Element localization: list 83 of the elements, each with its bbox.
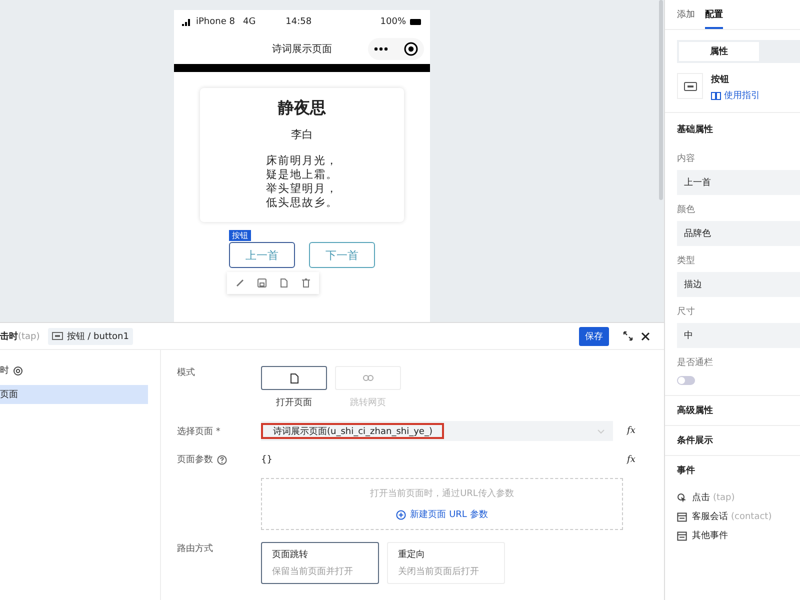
carrier-text: iPhone 8 xyxy=(196,17,235,27)
select-field[interactable]: 品牌色 xyxy=(677,221,800,246)
signal-icon xyxy=(182,18,192,26)
copy-icon[interactable] xyxy=(279,278,289,288)
section-title[interactable]: 条件展示 xyxy=(677,436,713,446)
route-title: 页面跳转 xyxy=(272,548,309,561)
save-button[interactable]: 保存 xyxy=(579,326,609,346)
poem-line: 举头望明月， xyxy=(266,182,338,196)
route-title: 重定向 xyxy=(398,548,426,561)
formula-button[interactable]: fx xyxy=(627,426,636,436)
calendar-icon xyxy=(677,512,687,522)
network-text: 4G xyxy=(242,17,256,27)
mode-option[interactable] xyxy=(261,366,327,390)
add-param-text[interactable]: 新建页面 URL 参数 xyxy=(410,508,488,521)
field-label: 模式 xyxy=(177,366,196,379)
panel-tab[interactable]: 添加 xyxy=(677,8,695,29)
tap-icon xyxy=(677,492,687,502)
params-hint: 打开当前页面时，通过URL传入参数 xyxy=(370,488,514,500)
field-label: 选择页面 * xyxy=(177,426,222,438)
section-title: 事件 xyxy=(677,464,696,477)
close-icon[interactable] xyxy=(641,332,650,340)
selection-tag: 按钮 xyxy=(229,230,251,241)
field-label: 路由方式 xyxy=(177,542,214,555)
component-name: 按钮 xyxy=(711,74,730,86)
help-icon[interactable] xyxy=(217,454,227,464)
guide-link[interactable]: 使用指引 xyxy=(724,89,760,102)
clock-text: 14:58 xyxy=(286,17,312,27)
event-item[interactable]: 客服会话 (contact) xyxy=(677,510,788,523)
trigger-label: 击时(tap) xyxy=(0,330,40,342)
sidebar-item[interactable]: 页面 xyxy=(0,385,148,404)
calendar-icon xyxy=(677,530,687,540)
close-target-icon[interactable] xyxy=(404,42,418,56)
panel-tab[interactable]: 配置 xyxy=(705,8,723,29)
battery-text: 100% xyxy=(380,17,406,27)
expand-icon[interactable] xyxy=(623,331,633,341)
selected-page: 诗词展示页面(u_shi_ci_zhan_shi_ye_) xyxy=(261,423,444,439)
save-icon[interactable] xyxy=(257,278,267,288)
settings-icon[interactable] xyxy=(13,366,23,376)
delete-icon[interactable] xyxy=(301,278,311,288)
field-label: 颜色 xyxy=(677,204,696,216)
link-icon xyxy=(362,375,374,381)
formula-button[interactable]: fx xyxy=(627,454,636,464)
button-icon xyxy=(52,332,63,340)
button-component-icon xyxy=(677,73,703,99)
route-option[interactable]: 页面跳转 保留当前页面并打开 xyxy=(261,542,379,584)
page-select[interactable]: 诗词展示页面(u_shi_ci_zhan_shi_ye_) xyxy=(261,421,613,441)
poem-line: 低头思故乡。 xyxy=(266,196,338,210)
segment-tab[interactable]: 属性 xyxy=(679,42,759,61)
section-title: 基础属性 xyxy=(677,123,714,136)
document-icon xyxy=(290,372,298,384)
select-field[interactable]: 中 xyxy=(677,323,800,348)
more-icon[interactable] xyxy=(374,47,388,51)
route-desc: 保留当前页面并打开 xyxy=(272,566,354,578)
poem-title: 静夜思 xyxy=(278,98,326,119)
poem-line: 疑是地上霜。 xyxy=(266,168,338,182)
event-item[interactable]: 点击 (tap) xyxy=(677,491,788,504)
plus-circle-icon xyxy=(396,510,406,520)
chevron-icon xyxy=(597,428,605,434)
select-field[interactable]: 上一首 xyxy=(677,170,800,195)
section-title[interactable]: 高级属性 xyxy=(677,406,713,416)
select-field[interactable]: 描边 xyxy=(677,272,800,297)
mode-label: 打开页面 xyxy=(276,396,312,409)
sidebar-group: 时 xyxy=(0,364,9,377)
battery-icon xyxy=(410,19,422,25)
event-item[interactable]: 其他事件 xyxy=(677,529,788,542)
field-label: 尺寸 xyxy=(677,306,696,318)
capsule-menu[interactable] xyxy=(368,38,424,60)
field-label: 类型 xyxy=(677,254,696,267)
add-param-link[interactable]: 新建页面 URL 参数 xyxy=(396,508,488,521)
field-label: 是否通栏 xyxy=(677,356,714,369)
poem-author: 李白 xyxy=(291,127,313,142)
toggle-switch[interactable] xyxy=(677,376,695,385)
book-icon xyxy=(711,92,721,100)
component-path: 按钮 / button1 xyxy=(66,330,129,342)
poem-line: 床前明月光， xyxy=(266,154,338,168)
field-label: 内容 xyxy=(677,152,696,165)
mode-label: 跳转网页 xyxy=(350,396,386,409)
route-desc: 关闭当前页面后打开 xyxy=(398,566,480,578)
pencil-icon[interactable] xyxy=(235,278,245,288)
page-title: 诗词展示页面 xyxy=(272,42,332,56)
route-option[interactable]: 重定向 关闭当前页面后打开 xyxy=(387,542,505,584)
field-label: 页面参数 xyxy=(177,454,213,466)
param-value: {} xyxy=(261,454,274,464)
